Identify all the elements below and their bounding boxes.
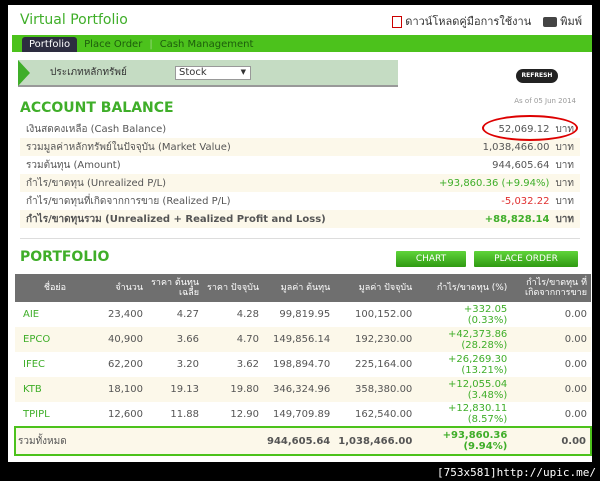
nav-bar: Portfolio Place Order | Cash Management xyxy=(12,35,592,52)
cell-pl: +12,055.04 (3.48%) xyxy=(448,378,508,401)
refresh-button[interactable]: REFRESH xyxy=(516,69,558,83)
col-realized: กำไร/ขาดทุน ที่เกิดจากการขาย xyxy=(511,274,591,302)
balance-row: รวมต้นทุน (Amount) 944,605.64 บาท xyxy=(26,159,574,171)
cell: 3.66 xyxy=(176,334,199,345)
table-row[interactable]: EPCO 40,900 3.66 4.70 149,856.14 192,230.00 +4… xyxy=(15,327,591,352)
total-realized: 0.00 xyxy=(511,426,592,456)
table-row[interactable]: IFEC 62,200 3.20 3.62 198,894.70 225,164.00 +2… xyxy=(15,352,591,377)
cell: 4.70 xyxy=(236,334,259,345)
cell-pl: +332.05 (0.33%) xyxy=(463,303,508,326)
col-symbol: ชื่อย่อ xyxy=(15,274,95,302)
col-volume: จำนวน xyxy=(95,274,147,302)
as-of-date: As of 05 Jun 2014 xyxy=(514,97,576,105)
total-label: รวมทั้งหมด xyxy=(14,426,95,456)
red-highlight-circle xyxy=(482,115,578,141)
cell-pl: +42,373.86 (28.28%) xyxy=(448,328,508,351)
account-balance-heading: ACCOUNT BALANCE xyxy=(20,100,174,116)
cell: 192,230.00 xyxy=(355,334,413,345)
cell: 149,709.89 xyxy=(273,408,331,420)
cell-symbol: KTB xyxy=(23,384,42,395)
balance-row: รวมมูลค่าหลักทรัพย์ในปัจจุบัน (Market Va… xyxy=(20,138,580,156)
cell: 19.80 xyxy=(230,384,259,395)
table-row[interactable]: TPIPL 12,600 11.88 12.90 149,709.89 162,540.0… xyxy=(15,402,591,427)
cell: 0.00 xyxy=(564,384,587,395)
col-market-value: มูลค่า ปัจจุบัน xyxy=(334,274,417,302)
col-price: ราคา ปัจจุบัน xyxy=(203,274,263,302)
cell: 23,400 xyxy=(108,309,143,320)
print-link[interactable]: พิมพ์ xyxy=(543,12,582,30)
cell: 0.00 xyxy=(564,359,587,370)
cell: 3.62 xyxy=(236,359,259,370)
cell: 149,856.14 xyxy=(273,334,331,345)
download-manual-link[interactable]: ดาวน์โหลดคู่มือการใช้งาน xyxy=(392,12,531,30)
cell-symbol: TPIPL xyxy=(23,408,50,420)
balance-row: กำไร/ขาดทุน (Unrealized P/L) +93,860.36 (… xyxy=(20,174,580,192)
tab-portfolio[interactable]: Portfolio xyxy=(22,37,78,52)
cell: 346,324.96 xyxy=(273,384,331,395)
printer-icon xyxy=(543,17,558,27)
total-row: รวมทั้งหมด 944,605.64 1,038,466.00 +93,8… xyxy=(14,426,592,456)
cell: 4.27 xyxy=(176,309,199,320)
col-pl: กำไร/ขาดทุน (%) xyxy=(416,274,512,302)
table-row[interactable]: AIE 23,400 4.27 4.28 99,819.95 100,152.00 +332… xyxy=(15,302,591,327)
cell: 99,819.95 xyxy=(279,309,331,320)
tab-cash-management[interactable]: Cash Management xyxy=(153,37,261,52)
cell: 225,164.00 xyxy=(355,359,413,370)
col-avg-cost: ราคา ต้นทุนเฉลี่ย xyxy=(147,274,203,302)
balance-row: กำไร/ขาดทุนที่เกิดจากการขาย (Realized P/… xyxy=(26,195,574,207)
col-cost-value: มูลค่า ต้นทุน xyxy=(263,274,335,302)
security-type-filter: ประเภทหลักทรัพย์ Stock xyxy=(18,59,398,87)
chart-button[interactable]: CHART xyxy=(396,251,466,267)
cell: 100,152.00 xyxy=(355,309,413,320)
pdf-icon xyxy=(392,16,403,28)
portfolio-heading: PORTFOLIO xyxy=(20,249,110,265)
divider xyxy=(20,238,580,239)
cell: 162,540.00 xyxy=(355,408,413,420)
total-market: 1,038,466.00 xyxy=(334,426,417,456)
cell: 12,600 xyxy=(108,408,143,420)
cell-symbol: IFEC xyxy=(23,359,46,370)
cell: 0.00 xyxy=(564,309,587,320)
portfolio-table: ชื่อย่อ จำนวน ราคา ต้นทุนเฉลี่ย ราคา ปัจ… xyxy=(14,274,592,456)
watermark: [753x581]http://upic.me/ xyxy=(437,466,596,479)
cell: 0.00 xyxy=(564,408,587,420)
cell: 12.90 xyxy=(230,408,259,420)
arrow-icon xyxy=(18,59,30,86)
cell-symbol: EPCO xyxy=(23,334,51,345)
cell: 19.13 xyxy=(170,384,199,395)
tab-place-order[interactable]: Place Order xyxy=(77,37,149,52)
cell: 198,894.70 xyxy=(273,359,331,370)
page: Virtual Portfolio ดาวน์โหลดคู่มือการใช้ง… xyxy=(8,5,592,462)
balance-row-total: กำไร/ขาดทุนรวม (Unrealized + Realized Pr… xyxy=(20,210,580,228)
cell: 40,900 xyxy=(108,334,143,345)
cell: 18,100 xyxy=(108,384,143,395)
total-pl: +93,860.36 (9.94%) xyxy=(416,426,512,456)
cell: 0.00 xyxy=(564,334,587,345)
table-row[interactable]: KTB 18,100 19.13 19.80 346,324.96 358,380.00 +… xyxy=(15,377,591,402)
cell-symbol: AIE xyxy=(23,309,40,320)
page-title: Virtual Portfolio xyxy=(20,12,128,28)
security-type-label: ประเภทหลักทรัพย์ xyxy=(50,67,127,78)
total-cost: 944,605.64 xyxy=(263,426,335,456)
cell-pl: +12,830.11 (8.57%) xyxy=(448,403,508,425)
place-order-button[interactable]: PLACE ORDER xyxy=(474,251,578,267)
cell: 4.28 xyxy=(236,309,259,320)
cell: 11.88 xyxy=(170,408,199,420)
cell: 62,200 xyxy=(108,359,143,370)
security-type-select[interactable]: Stock xyxy=(175,65,251,80)
cell: 3.20 xyxy=(176,359,199,370)
cell-pl: +26,269.30 (13.21%) xyxy=(448,353,508,376)
cell: 358,380.00 xyxy=(355,384,413,395)
